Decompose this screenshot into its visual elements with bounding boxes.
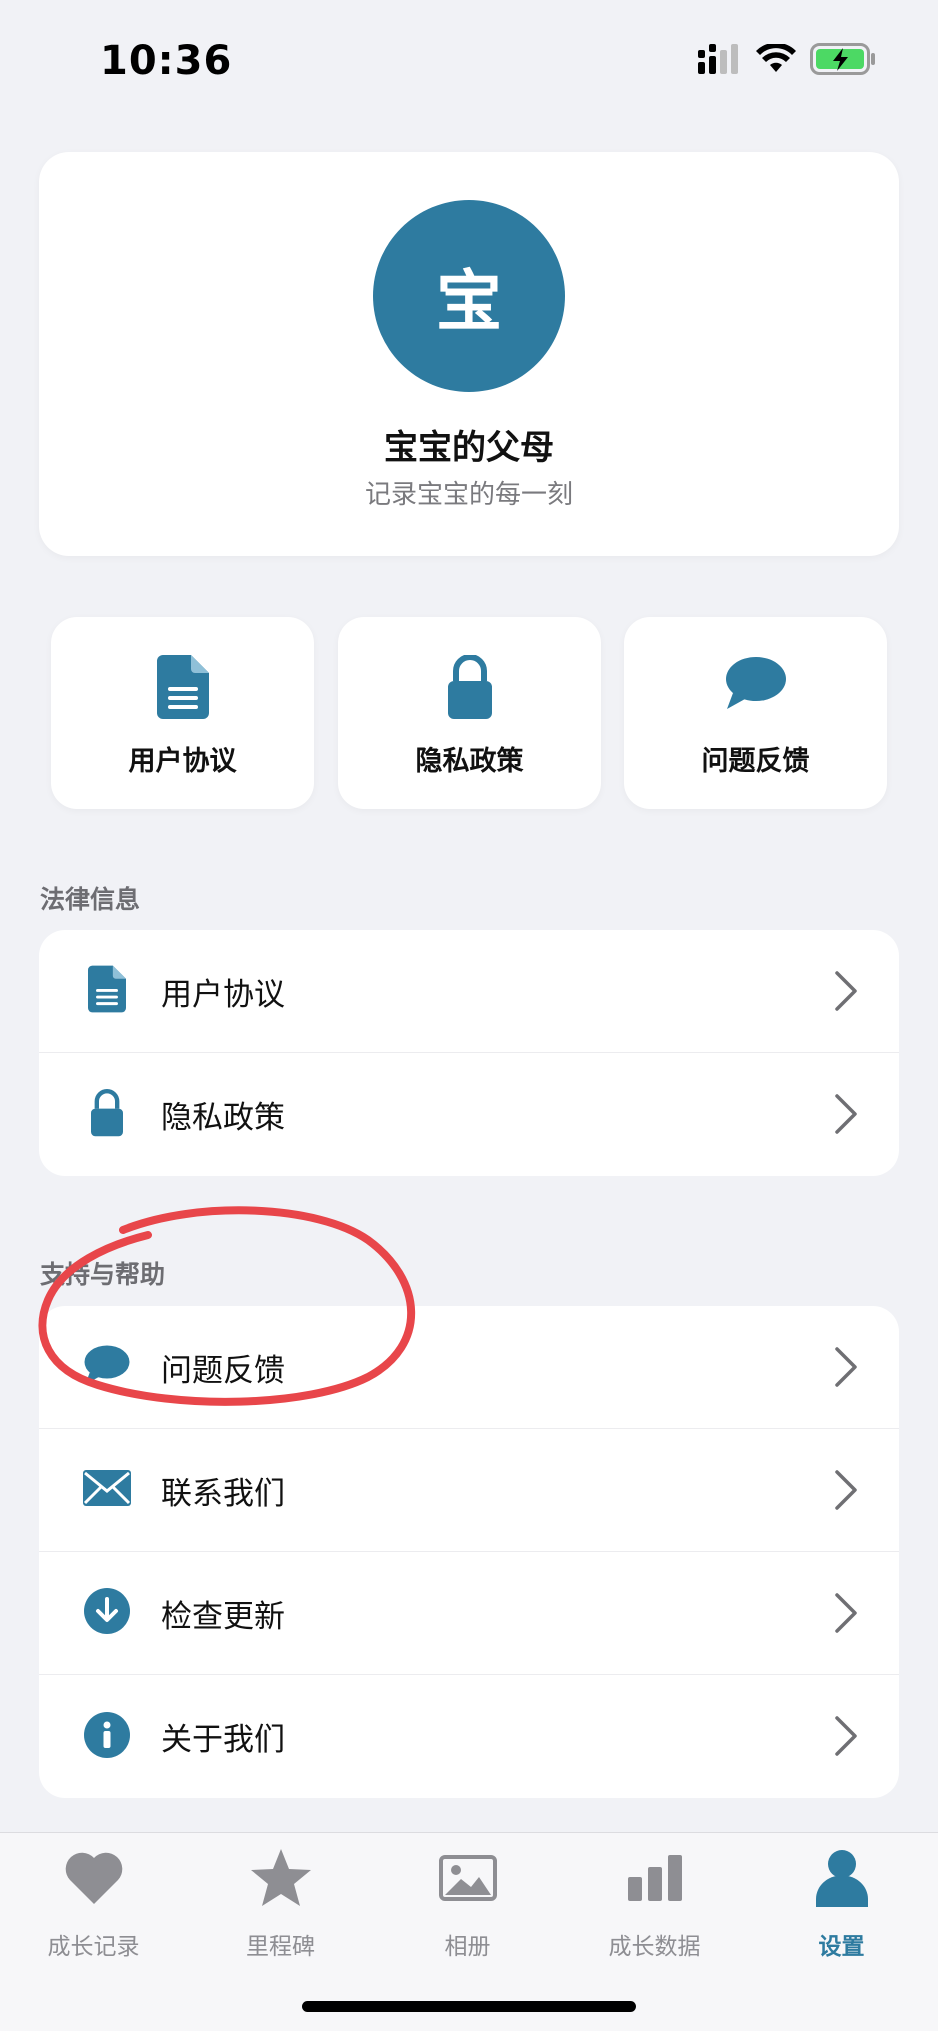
profile-name: 宝宝的父母 <box>384 428 554 468</box>
photo-icon <box>438 1855 497 1905</box>
chevron-right-icon <box>833 1093 859 1139</box>
person-icon <box>814 1849 870 1911</box>
tab-album[interactable]: 相册 <box>374 1847 561 1967</box>
chat-bubble-icon <box>725 655 787 721</box>
chevron-right-icon <box>833 1715 859 1761</box>
tab-milestones[interactable]: 里程碑 <box>187 1847 374 1967</box>
section-title-legal: 法律信息 <box>40 885 141 914</box>
chevron-right-icon <box>833 1592 859 1638</box>
tab-label: 成长数据 <box>608 1934 701 1960</box>
star-icon <box>250 1849 311 1911</box>
list-item-privacy-policy[interactable]: 隐私政策 <box>39 1053 899 1176</box>
list-item-check-update[interactable]: 检查更新 <box>39 1552 899 1675</box>
download-circle-icon <box>84 1588 130 1638</box>
quick-tile-privacy-policy[interactable]: 隐私政策 <box>338 617 601 809</box>
envelope-icon <box>83 1470 131 1510</box>
document-icon <box>88 965 126 1017</box>
chevron-right-icon <box>833 970 859 1016</box>
settings-page: 10:36 宝 宝宝的父母 记录宝宝的每一刻 用户协议 隐私政策 问题反馈 法律… <box>0 0 938 2031</box>
list-item-about-us[interactable]: 关于我们 <box>39 1675 899 1798</box>
status-time: 10:36 <box>100 38 233 84</box>
profile-subtitle: 记录宝宝的每一刻 <box>364 480 573 510</box>
row-label: 关于我们 <box>161 1722 285 1758</box>
row-label: 隐私政策 <box>161 1100 285 1136</box>
home-indicator[interactable] <box>302 2001 636 2012</box>
tab-growth-record[interactable]: 成长记录 <box>0 1847 187 1967</box>
battery-charging-icon <box>810 42 876 80</box>
tile-label: 用户协议 <box>128 746 237 777</box>
row-label: 检查更新 <box>161 1598 285 1635</box>
tile-label: 问题反馈 <box>701 746 810 777</box>
tab-settings[interactable]: 设置 <box>748 1847 935 1967</box>
bar-chart-icon <box>626 1855 684 1905</box>
quick-tile-feedback[interactable]: 问题反馈 <box>624 617 887 809</box>
chevron-right-icon <box>833 1469 859 1515</box>
status-icons <box>698 42 876 80</box>
legal-list: 用户协议 隐私政策 <box>39 930 899 1176</box>
lock-icon <box>91 1088 123 1141</box>
tile-label: 隐私政策 <box>415 746 524 777</box>
list-item-feedback[interactable]: 问题反馈 <box>39 1306 899 1429</box>
list-item-user-agreement[interactable]: 用户协议 <box>39 930 899 1053</box>
tab-label: 成长记录 <box>47 1934 140 1960</box>
row-label: 用户协议 <box>161 976 285 1013</box>
tab-label: 相册 <box>444 1934 491 1960</box>
tab-growth-data[interactable]: 成长数据 <box>561 1847 748 1967</box>
list-item-contact-us[interactable]: 联系我们 <box>39 1429 899 1552</box>
section-title-support: 支持与帮助 <box>40 1260 166 1289</box>
quick-tiles: 用户协议 隐私政策 问题反馈 <box>51 617 887 809</box>
profile-card[interactable]: 宝 宝宝的父母 记录宝宝的每一刻 <box>39 152 899 556</box>
row-label: 联系我们 <box>161 1475 285 1512</box>
chevron-right-icon <box>833 1346 859 1392</box>
info-circle-icon <box>84 1711 130 1762</box>
tab-label: 里程碑 <box>246 1934 315 1960</box>
tab-label: 设置 <box>818 1934 865 1960</box>
support-list: 问题反馈 联系我们 检查更新 关于我们 <box>39 1306 899 1798</box>
quick-tile-user-agreement[interactable]: 用户协议 <box>51 617 314 809</box>
document-icon <box>156 655 209 721</box>
cellular-signal-icon <box>698 44 742 78</box>
status-bar: 10:36 <box>0 0 938 120</box>
wifi-icon <box>756 42 796 78</box>
heart-icon <box>65 1852 123 1908</box>
lock-icon <box>447 654 492 721</box>
chat-bubble-icon <box>83 1344 131 1390</box>
avatar[interactable]: 宝 <box>373 200 565 392</box>
row-label: 问题反馈 <box>161 1352 285 1389</box>
